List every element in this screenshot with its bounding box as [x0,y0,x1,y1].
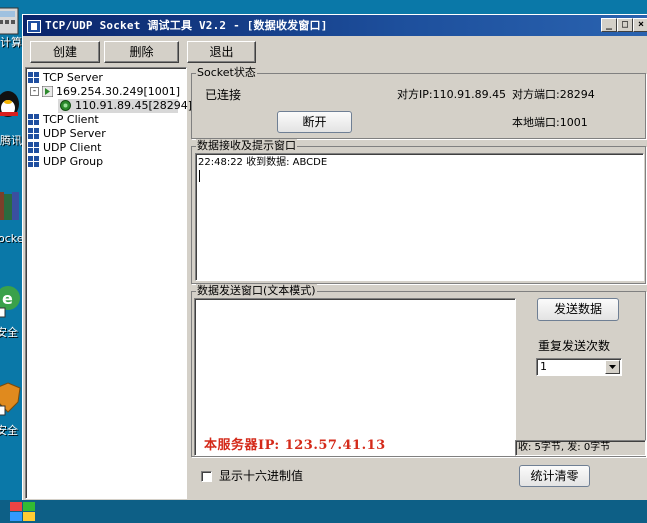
byte-counter-text: 收: 5字节, 发: 0字节 [518,442,611,453]
hex-display-checkbox[interactable] [201,471,212,482]
connection-icon [60,100,71,111]
byte-counter: 收: 5字节, 发: 0字节 [515,440,646,456]
maximize-button[interactable]: □ [617,18,633,32]
title-bar[interactable]: TCP/UDP Socket 调试工具 V2.2 - [数据收发窗口] _ □ … [23,15,647,36]
socket-status-title: Socket状态 [196,66,257,80]
tree-label-udp-server: UDP Server [43,127,106,140]
text-cursor [199,170,200,182]
peer-port: 对方端口:28294 [512,88,595,101]
minimize-button[interactable]: _ [601,18,617,32]
receive-title: 数据接收及提示窗口 [196,139,297,153]
tree-label-tcp-client: TCP Client [43,113,99,126]
network-icon [28,142,39,153]
network-icon [28,128,39,139]
desktop-label-calculator: 计算 [0,36,22,49]
server-ip-note: 本服务器IP: 123.57.41.13 [204,438,386,453]
exit-button[interactable]: 退出 [187,41,256,63]
network-icon [28,156,39,167]
disconnect-button[interactable]: 断开 [277,111,352,133]
desktop-label-tencent: 腾讯 [0,134,22,147]
send-data-button[interactable]: 发送数据 [537,298,619,321]
repeat-count-select[interactable]: 1 [536,358,622,376]
receive-group: 数据接收及提示窗口 22:48:22 收到数据: ABCDE [191,139,646,284]
hex-display-label: 显示十六进制值 [219,469,304,483]
calculator-icon[interactable] [0,6,24,36]
local-port: 本地端口:1001 [512,116,588,129]
reset-stats-button[interactable]: 统计清零 [519,465,590,487]
desktop-label-security-2: 安全 [0,424,18,437]
repeat-count-value: 1 [540,360,547,373]
taskbar [0,500,647,523]
collapse-icon[interactable]: - [30,87,39,96]
socket-status-group: Socket状态 已连接 对方IP:110.91.89.45 对方端口:2829… [191,66,646,139]
close-button[interactable]: × [633,18,647,32]
network-icon [28,114,39,125]
tree-label-server-node: 169.254.30.249[1001] [56,85,181,98]
tree-label-udp-client: UDP Client [43,141,102,154]
receive-log-line: 22:48:22 收到数据: ABCDE [198,157,328,168]
dropdown-arrow-icon[interactable] [605,360,620,374]
create-button[interactable]: 创建 [30,41,100,63]
send-textarea[interactable] [194,298,516,456]
delete-button[interactable]: 删除 [104,41,179,63]
tree-label-tcp-server: TCP Server [43,71,103,84]
window-title: TCP/UDP Socket 调试工具 V2.2 - [数据收发窗口] [45,19,328,32]
network-icon [28,72,39,83]
socket-tool-window: TCP/UDP Socket 调试工具 V2.2 - [数据收发窗口] _ □ … [22,14,647,500]
server-icon [41,85,54,98]
tree-label-client-node: 110.91.89.45[28294] [75,99,193,112]
app-icon [27,19,41,33]
send-title: 数据发送窗口(文本模式) [196,284,317,298]
send-group: 数据发送窗口(文本模式) 本服务器IP: 123.57.41.13 发送数据 重… [191,284,646,457]
peer-ip: 对方IP:110.91.89.45 [397,88,507,101]
connection-tree[interactable]: TCP Server - 169.254.30.249[1001] 110.91… [25,67,192,499]
desktop-label-security-1: 安全 [0,326,18,339]
connection-status: 已连接 [205,88,242,102]
receive-log[interactable]: 22:48:22 收到数据: ABCDE [195,153,644,281]
tree-label-udp-group: UDP Group [43,155,104,168]
svg-text:e: e [2,289,13,308]
windows-logo-icon[interactable] [8,500,38,523]
tree-item-client-node[interactable]: 110.91.89.45[28294] [58,99,192,113]
repeat-count-label: 重复发送次数 [538,339,611,353]
